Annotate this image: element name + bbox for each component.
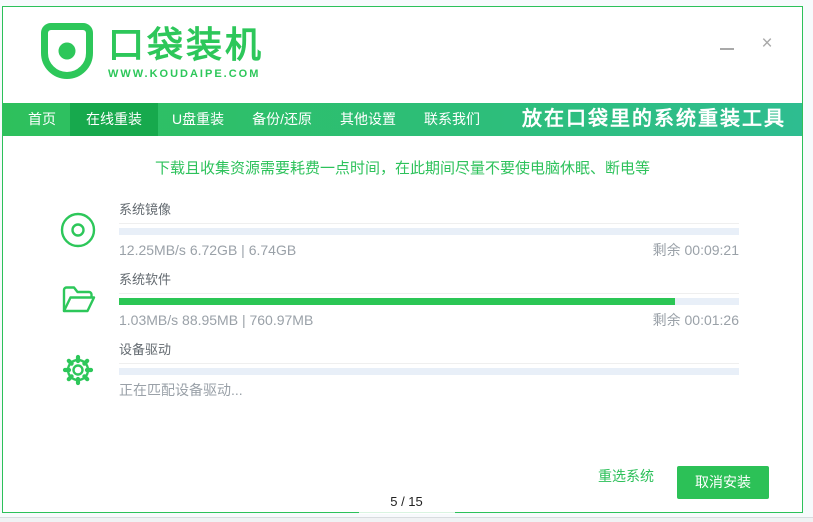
task-title: 系统软件: [119, 270, 739, 294]
app-window: 口袋装机 WWW.KOUDAIPE.COM × 首页 在线重装 U盘重装 备份/…: [2, 6, 803, 513]
progress-bar: [119, 228, 739, 235]
brand-url: WWW.KOUDAIPE.COM: [108, 68, 261, 80]
disc-icon: [59, 200, 119, 258]
minimize-button[interactable]: [714, 31, 740, 57]
logo-dot: [58, 42, 76, 60]
brand: 口袋装机 WWW.KOUDAIPE.COM: [3, 7, 802, 80]
task-status: 12.25MB/s 6.72GB | 6.74GB: [119, 242, 297, 258]
close-button[interactable]: ×: [754, 31, 780, 57]
folder-icon: [59, 270, 119, 328]
task-title: 设备驱动: [119, 340, 739, 364]
reselect-system-button[interactable]: 重选系统: [598, 460, 654, 492]
task-remaining: 剩余 00:09:21: [652, 242, 739, 258]
task-list: 系统镜像 12.25MB/s 6.72GB | 6.74GB 剩余 00:09:…: [3, 198, 802, 398]
bottom-strip: [0, 518, 813, 522]
brand-text: 口袋装机 WWW.KOUDAIPE.COM: [108, 23, 265, 81]
cancel-install-button[interactable]: 取消安装: [677, 466, 769, 499]
minimize-icon: [720, 48, 734, 50]
nav-slogan: 放在口袋里的系统重装工具: [522, 108, 786, 130]
pocket-logo-icon: [41, 23, 93, 79]
tab-online-reinstall[interactable]: 在线重装: [70, 103, 158, 136]
task-row-system-software: 系统软件 1.03MB/s 88.95MB | 760.97MB 剩余 00:0…: [59, 270, 739, 328]
task-remaining: 剩余 00:01:26: [652, 312, 739, 328]
window-controls: ×: [714, 31, 780, 57]
task-row-device-driver: 设备驱动 正在匹配设备驱动...: [59, 340, 739, 398]
tab-contact-us[interactable]: 联系我们: [410, 103, 494, 136]
progress-bar: [119, 368, 739, 375]
app-title: 口袋装机: [108, 24, 265, 65]
task-status: 1.03MB/s 88.95MB | 760.97MB: [119, 312, 314, 328]
nav-bar: 首页 在线重装 U盘重装 备份/还原 其他设置 联系我们 放在口袋里的系统重装工…: [3, 103, 802, 136]
task-status: 正在匹配设备驱动...: [119, 382, 243, 398]
tab-home[interactable]: 首页: [14, 103, 70, 136]
notice-text: 下载且收集资源需要耗费一点时间，在此期间尽量不要使电脑休眠、断电等: [154, 159, 650, 177]
tab-usb-reinstall[interactable]: U盘重装: [158, 103, 238, 136]
task-row-system-image: 系统镜像 12.25MB/s 6.72GB | 6.74GB 剩余 00:09:…: [59, 200, 739, 258]
gear-icon: [59, 340, 119, 398]
tab-backup-restore[interactable]: 备份/还原: [238, 103, 326, 136]
progress-fill: [119, 298, 675, 305]
tab-other-settings[interactable]: 其他设置: [326, 103, 410, 136]
progress-bar: [119, 298, 739, 305]
task-title: 系统镜像: [119, 200, 739, 224]
header: 口袋装机 WWW.KOUDAIPE.COM ×: [3, 7, 802, 103]
